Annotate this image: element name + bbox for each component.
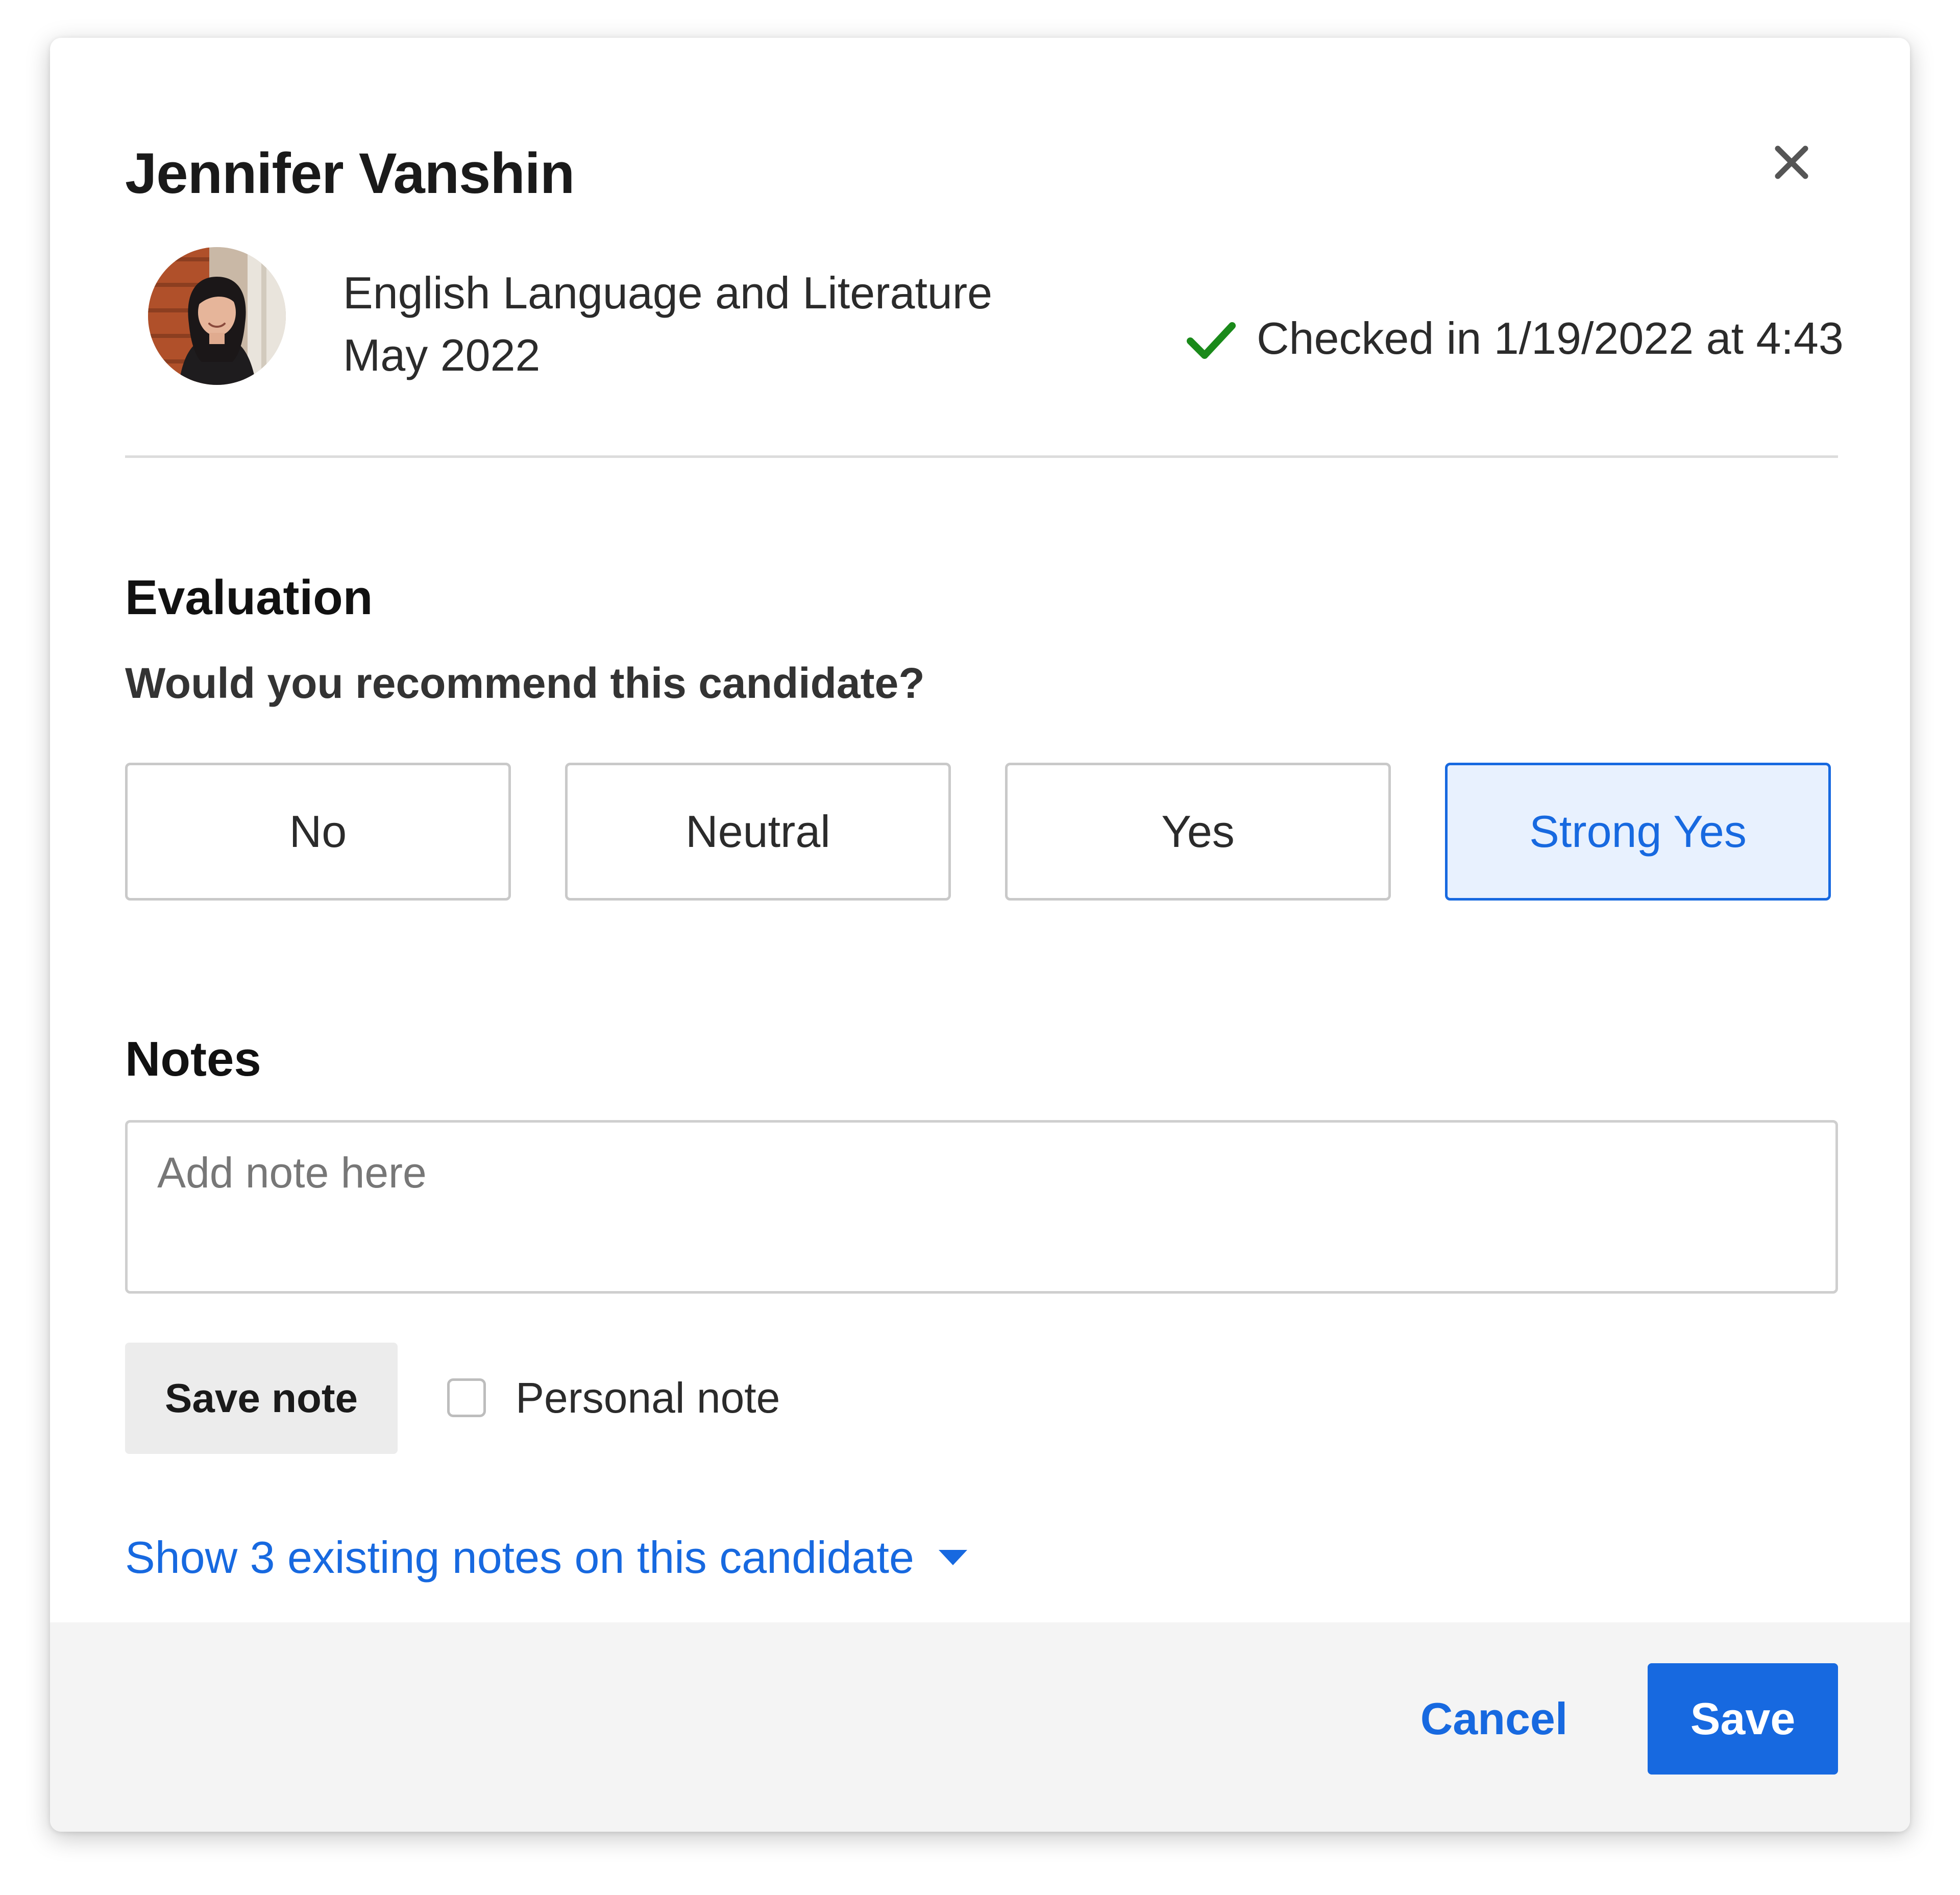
candidate-program: English Language and Literature bbox=[343, 268, 993, 318]
recommendation-question: Would you recommend this candidate? bbox=[125, 659, 925, 707]
candidate-evaluation-modal: Jennifer Vanshin English Language and Li… bbox=[50, 38, 1910, 1832]
evaluation-heading: Evaluation bbox=[125, 570, 373, 625]
caret-down-icon bbox=[938, 1550, 967, 1565]
personal-note-checkbox[interactable] bbox=[447, 1378, 486, 1417]
show-existing-notes-label: Show 3 existing notes on this candidate bbox=[125, 1532, 914, 1583]
show-existing-notes-link[interactable]: Show 3 existing notes on this candidate bbox=[125, 1524, 967, 1591]
personal-note-label[interactable]: Personal note bbox=[516, 1367, 780, 1428]
note-input[interactable] bbox=[125, 1120, 1838, 1294]
save-note-button[interactable]: Save note bbox=[125, 1343, 398, 1454]
save-button[interactable]: Save bbox=[1648, 1663, 1838, 1775]
option-strong-yes-button[interactable]: Strong Yes bbox=[1445, 763, 1831, 901]
option-no-button[interactable]: No bbox=[125, 763, 511, 901]
candidate-term: May 2022 bbox=[343, 330, 541, 380]
divider bbox=[125, 455, 1838, 458]
close-icon bbox=[1775, 145, 1808, 179]
checkmark-icon bbox=[1184, 313, 1237, 367]
checkin-status: Checked in 1/19/2022 at 4:43 bbox=[1257, 313, 1844, 363]
notes-heading: Notes bbox=[125, 1032, 261, 1086]
cancel-button[interactable]: Cancel bbox=[1410, 1663, 1578, 1775]
option-yes-button[interactable]: Yes bbox=[1005, 763, 1391, 901]
close-button[interactable] bbox=[1761, 132, 1822, 193]
option-neutral-button[interactable]: Neutral bbox=[565, 763, 951, 901]
avatar bbox=[148, 247, 286, 385]
modal-title: Jennifer Vanshin bbox=[125, 141, 575, 205]
modal-footer bbox=[50, 1622, 1910, 1832]
